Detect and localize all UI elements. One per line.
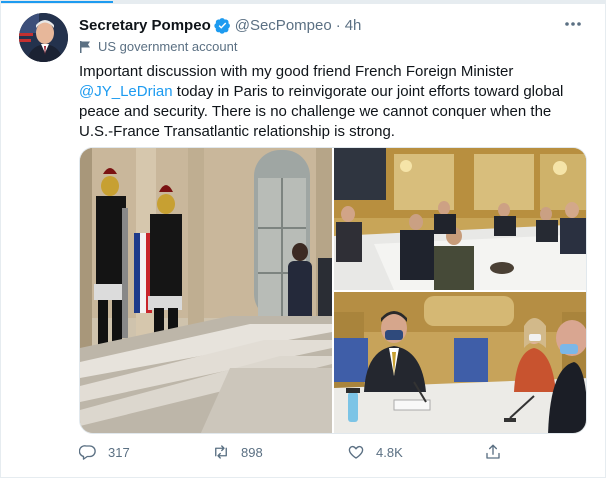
avatar-image bbox=[19, 13, 68, 62]
retweet-button[interactable]: 898 bbox=[212, 443, 263, 461]
mention-link[interactable]: @JY_LeDrian bbox=[79, 83, 173, 100]
retweet-count: 898 bbox=[241, 444, 263, 460]
tweet-actions: 317 898 4.8K bbox=[79, 443, 509, 467]
reply-button[interactable]: 317 bbox=[79, 443, 130, 461]
like-icon bbox=[348, 445, 364, 459]
flag-icon bbox=[80, 41, 90, 53]
display-name[interactable]: Secretary Pompeo bbox=[79, 17, 211, 34]
media-grid bbox=[79, 147, 587, 434]
photo-pompeo-image bbox=[334, 292, 586, 433]
separator-dot: · bbox=[335, 16, 341, 34]
like-button[interactable]: 4.8K bbox=[347, 443, 403, 461]
verified-badge-icon bbox=[214, 17, 230, 34]
tweet-card[interactable]: Secretary Pompeo @SecPompeo · 4h US gove… bbox=[0, 0, 606, 478]
photo-meeting-hall[interactable] bbox=[334, 148, 586, 290]
more-options-icon[interactable] bbox=[563, 17, 583, 31]
photo-guards-staircase[interactable] bbox=[80, 148, 332, 433]
reply-count: 317 bbox=[108, 444, 130, 460]
reply-icon bbox=[79, 445, 96, 460]
retweet-icon bbox=[215, 445, 227, 459]
photo-pompeo-at-table[interactable] bbox=[334, 292, 586, 433]
handle[interactable]: @SecPompeo bbox=[235, 17, 332, 34]
tweet-text: Important discussion with my good friend… bbox=[79, 62, 589, 142]
photo-guards-image bbox=[80, 148, 332, 433]
like-count: 4.8K bbox=[376, 444, 403, 460]
timestamp[interactable]: 4h bbox=[345, 17, 362, 34]
government-account-label: US government account bbox=[79, 39, 237, 54]
top-progress-line bbox=[1, 1, 606, 4]
share-icon bbox=[486, 444, 500, 459]
photo-meeting-hall-image bbox=[334, 148, 586, 290]
tweet-text-start: Important discussion with my good friend… bbox=[79, 63, 514, 80]
tweet-header: Secretary Pompeo @SecPompeo · 4h bbox=[79, 15, 361, 35]
account-label-text: US government account bbox=[98, 39, 238, 54]
progress-segment bbox=[1, 1, 113, 3]
share-button[interactable] bbox=[484, 443, 513, 461]
avatar[interactable] bbox=[19, 13, 68, 62]
